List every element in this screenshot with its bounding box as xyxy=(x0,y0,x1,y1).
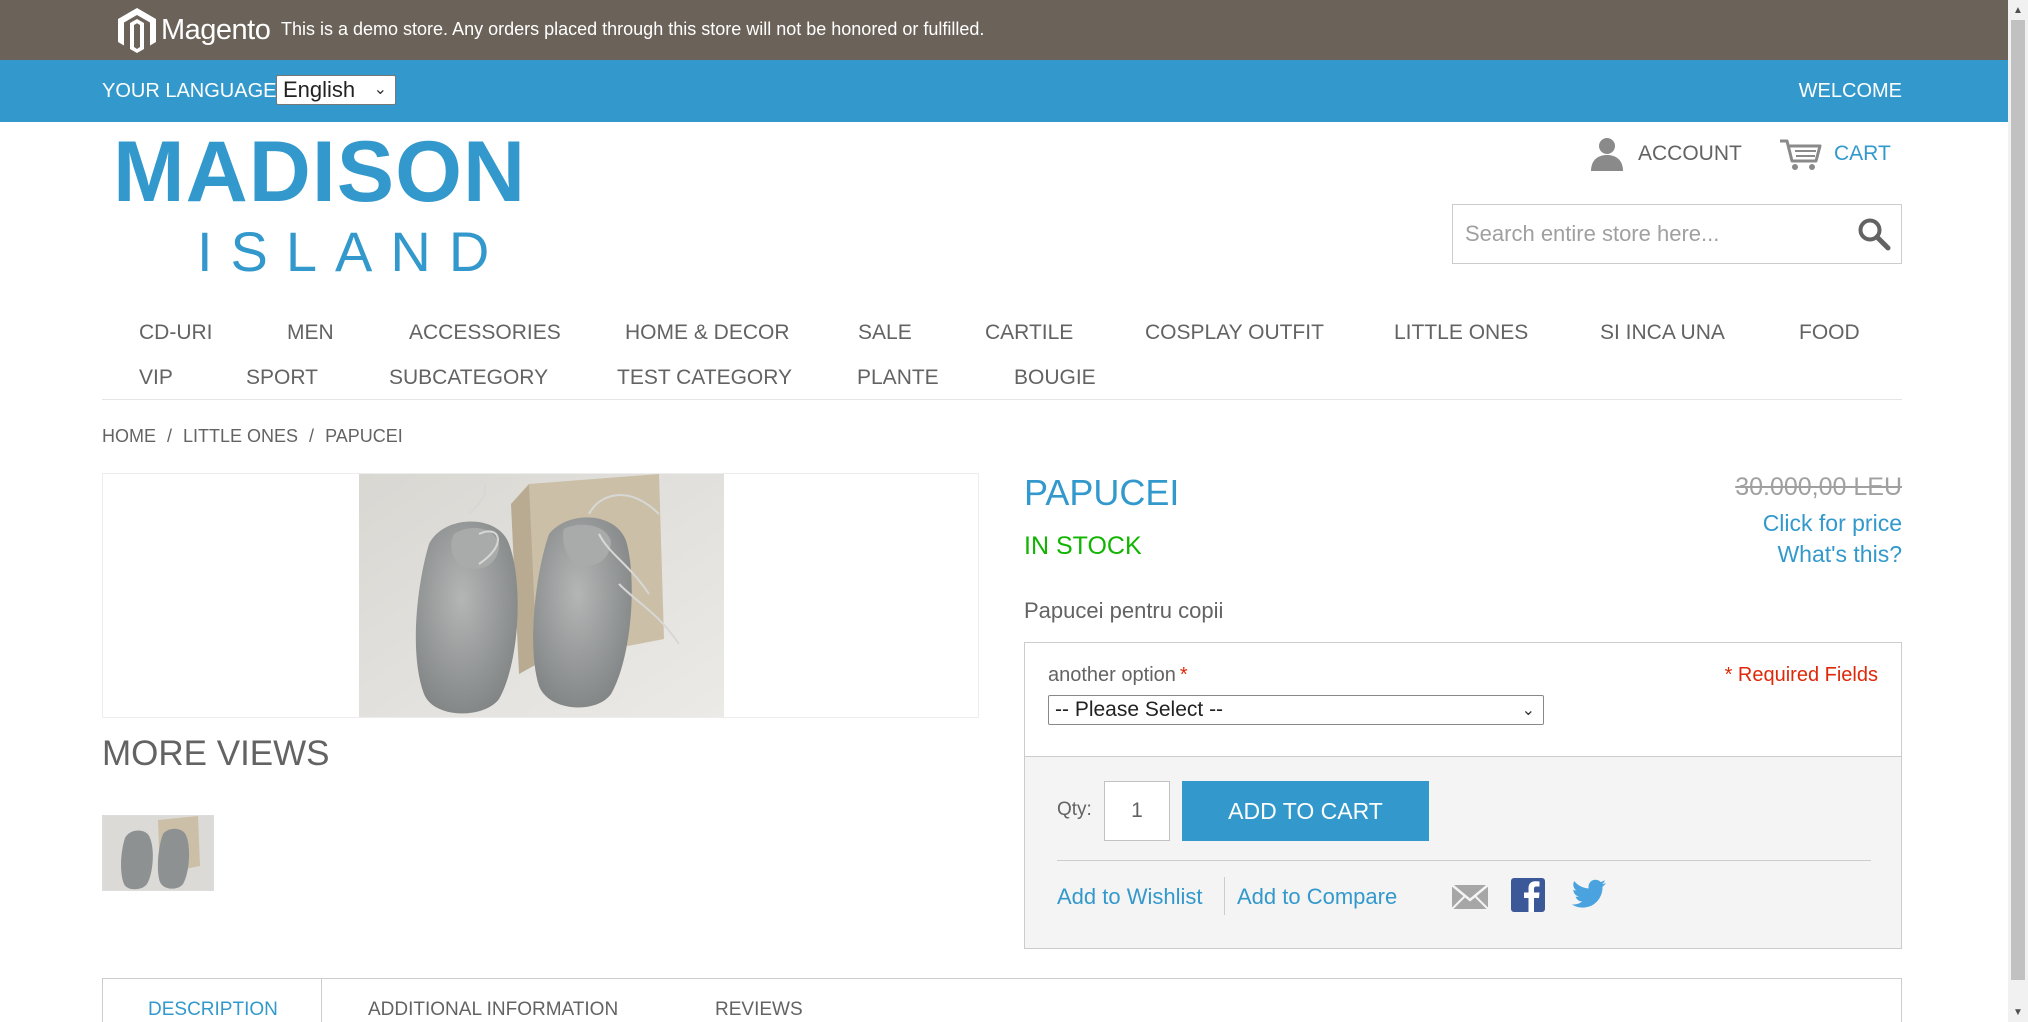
search-input[interactable] xyxy=(1453,205,1833,263)
availability-status: In stock xyxy=(1024,532,1142,560)
product-tabs: Description Additional Information Revie… xyxy=(102,978,1902,1022)
whats-this-link[interactable]: What's this? xyxy=(1777,541,1902,568)
cart-label: Cart xyxy=(1834,142,1891,165)
magento-logo: Magento xyxy=(115,6,271,54)
required-star: * xyxy=(1179,664,1188,686)
product-image-box xyxy=(102,473,979,718)
nav-item-sport[interactable]: SPORT xyxy=(246,366,318,390)
product-name: Papucei xyxy=(1024,472,1180,513)
nav-item-cartile[interactable]: CARTILE xyxy=(985,321,1073,345)
more-views-heading: More Views xyxy=(102,734,330,773)
breadcrumb-home[interactable]: Home xyxy=(102,426,156,447)
tab-description[interactable]: Description xyxy=(148,999,278,1021)
account-icon xyxy=(1591,138,1623,171)
page: Magento This is a demo store. Any orders… xyxy=(0,0,2008,1022)
nav-item-cd-uri[interactable]: CD-URI xyxy=(139,321,213,345)
tab-additional-information[interactable]: Additional Information xyxy=(368,999,618,1021)
option-label-text: another option xyxy=(1048,664,1176,686)
nav-item-home-decor[interactable]: HOME & DECOR xyxy=(625,321,790,345)
option-select[interactable]: -- Please Select -- ⌄ xyxy=(1048,695,1544,725)
chevron-down-icon: ⌄ xyxy=(373,81,387,98)
old-price: 30.000,00 LEU xyxy=(1735,473,1902,501)
cart-icon xyxy=(1780,139,1822,170)
scroll-down-arrow-icon[interactable]: ▼ xyxy=(2008,1002,2028,1022)
product-photo[interactable] xyxy=(359,474,724,717)
store-logo[interactable]: MADISON ISLAND xyxy=(113,124,533,282)
vertical-scrollbar[interactable]: ▲ ▼ xyxy=(2008,0,2028,1022)
thumbnail-photo xyxy=(103,816,213,890)
product-thumbnail[interactable] xyxy=(102,815,214,891)
language-select[interactable]: English ⌄ xyxy=(276,75,396,105)
email-icon[interactable] xyxy=(1451,879,1489,915)
nav-item-men[interactable]: MEN xyxy=(287,321,334,345)
option-label: another option * xyxy=(1048,664,1188,687)
nav-item-plante[interactable]: PLANTE xyxy=(857,366,939,390)
breadcrumb-current: Papucei xyxy=(325,426,403,446)
magento-logo-text: Magento xyxy=(161,13,271,46)
breadcrumb-separator: / xyxy=(167,426,173,446)
nav-item-cosplay-outfit[interactable]: COSPLAY OUTFIT xyxy=(1145,321,1324,345)
nav-item-vip[interactable]: VIP xyxy=(139,366,173,390)
add-to-compare-link[interactable]: Add to Compare xyxy=(1237,884,1397,910)
nav-item-subcategory[interactable]: SUBCATEGORY xyxy=(389,366,548,390)
nav-item-food[interactable]: FOOD xyxy=(1799,321,1860,345)
required-fields-note: * Required Fields xyxy=(1724,664,1878,686)
cart-link[interactable]: Cart xyxy=(1778,136,1891,172)
demo-notice-text: This is a demo store. Any orders placed … xyxy=(281,19,985,39)
facebook-icon[interactable] xyxy=(1511,877,1545,913)
nav-item-bougie[interactable]: BOUGIE xyxy=(1014,366,1096,390)
click-for-price-link[interactable]: Click for price xyxy=(1763,510,1902,537)
logo-bottom-text: ISLAND xyxy=(197,220,508,283)
demo-notice-bar: Magento This is a demo store. Any orders… xyxy=(0,0,2008,60)
language-select-value: English xyxy=(283,77,356,102)
breadcrumb-separator: / xyxy=(309,426,315,446)
qty-label: Qty: xyxy=(1057,799,1092,820)
scroll-up-arrow-icon[interactable]: ▲ xyxy=(2008,0,2028,20)
nav-item-sale[interactable]: SALE xyxy=(858,321,912,345)
link-separator xyxy=(1224,877,1225,915)
breadcrumb-little-ones[interactable]: Little Ones xyxy=(183,426,298,447)
twitter-icon[interactable] xyxy=(1571,879,1607,911)
logo-top-text: MADISON xyxy=(113,124,527,220)
add-to-cart-button[interactable]: Add to Cart xyxy=(1182,781,1429,841)
short-description: Papucei pentru copii xyxy=(1024,598,1224,623)
search-box xyxy=(1452,204,1902,264)
add-to-cart-box: Qty: 1 Add to Cart Add to Wishlist Add t… xyxy=(1024,756,1902,949)
account-link[interactable]: Account xyxy=(1588,136,1742,172)
nav-item-test-category[interactable]: TEST CATEGORY xyxy=(617,366,792,390)
qty-input[interactable]: 1 xyxy=(1104,781,1170,841)
chevron-down-icon: ⌄ xyxy=(1521,702,1535,719)
product-options: another option * * Required Fields -- Ple… xyxy=(1024,642,1902,756)
option-select-value: -- Please Select -- xyxy=(1055,698,1224,721)
language-label: Your Language: xyxy=(102,80,283,102)
account-label: Account xyxy=(1638,142,1742,165)
breadcrumb: Home / Little Ones / Papucei xyxy=(102,426,403,447)
tab-reviews[interactable]: Reviews xyxy=(715,999,803,1021)
magento-logo-icon xyxy=(118,8,156,53)
search-icon[interactable] xyxy=(1857,217,1891,251)
add-to-wishlist-link[interactable]: Add to Wishlist xyxy=(1057,884,1203,910)
welcome-message: Welcome xyxy=(1798,80,1902,102)
main-navigation: CD-URI MEN ACCESSORIES HOME & DECOR SALE… xyxy=(102,310,1902,400)
nav-item-si-inca-una[interactable]: SI INCA UNA xyxy=(1600,321,1725,345)
language-bar: Your Language: English ⌄ Welcome xyxy=(0,60,2008,122)
divider xyxy=(1057,860,1871,861)
scrollbar-thumb[interactable] xyxy=(2011,20,2025,980)
nav-item-accessories[interactable]: ACCESSORIES xyxy=(409,321,561,345)
nav-item-little-ones[interactable]: LITTLE ONES xyxy=(1394,321,1528,345)
